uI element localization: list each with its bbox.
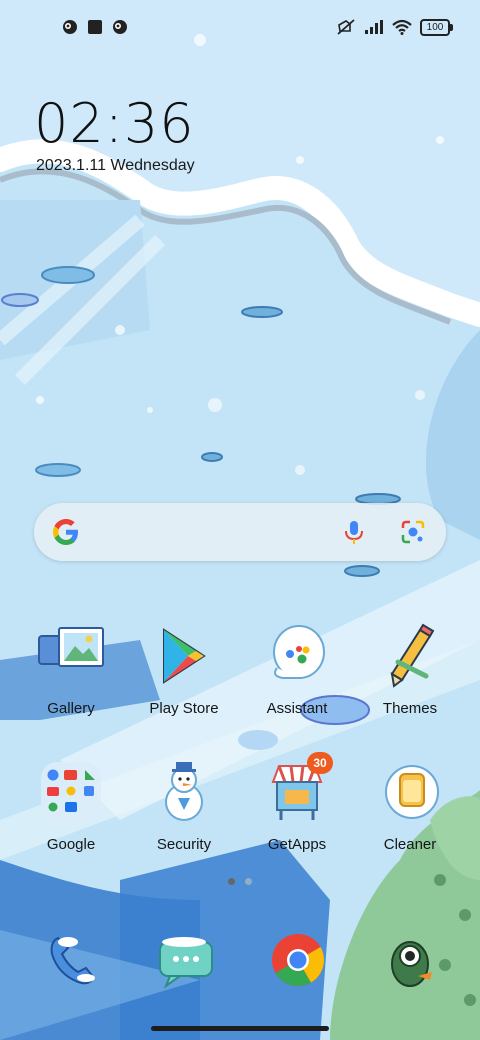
battery-indicator: 100 <box>420 18 453 36</box>
google-folder-label: Google <box>46 836 96 853</box>
dock-camera[interactable] <box>360 928 460 992</box>
mute-icon <box>337 19 355 35</box>
clock-date[interactable]: 2023.1.11 Wednesday <box>36 157 195 175</box>
assistant-label: Assistant <box>266 700 328 717</box>
notification-icon-1 <box>63 20 77 34</box>
page-dot-active <box>228 878 235 885</box>
google-search-bar[interactable] <box>34 503 446 561</box>
camera-icon <box>391 941 432 987</box>
security-label: Security <box>156 836 212 853</box>
cleaner-icon <box>385 765 439 819</box>
gallery-label: Gallery <box>47 700 95 717</box>
home-gesture-bar[interactable] <box>151 1026 329 1031</box>
status-left-icons <box>62 19 128 35</box>
google-icon <box>53 519 78 545</box>
google-folder-icon <box>41 762 101 822</box>
clock-time[interactable]: 02:36 <box>34 92 195 155</box>
dock-messages[interactable] <box>136 928 236 992</box>
phone-icon <box>50 936 96 985</box>
page-indicator[interactable] <box>228 878 252 885</box>
notification-icon-2 <box>113 20 127 34</box>
play-store-icon <box>163 628 206 684</box>
messages-icon <box>159 937 213 989</box>
lens-icon[interactable] <box>399 518 427 546</box>
gallery-icon <box>38 627 104 667</box>
app-play-store[interactable]: Play Store <box>134 622 234 717</box>
themes-label: Themes <box>382 700 438 717</box>
mic-icon[interactable] <box>340 518 368 546</box>
stop-square-icon <box>88 20 102 34</box>
app-assistant[interactable]: Assistant <box>247 622 347 717</box>
app-security[interactable]: Security <box>134 758 234 853</box>
app-cleaner[interactable]: Cleaner <box>360 758 460 853</box>
themes-icon <box>390 623 435 688</box>
getapps-label: GetApps <box>267 836 327 853</box>
app-getapps[interactable]: 30 GetApps <box>247 752 347 853</box>
cleaner-label: Cleaner <box>383 836 437 853</box>
status-right-icons: 100 <box>336 18 453 36</box>
dock-chrome[interactable] <box>248 928 348 992</box>
play-store-label: Play Store <box>149 700 219 717</box>
app-google-folder[interactable]: Google <box>21 758 121 853</box>
wifi-icon <box>392 19 412 35</box>
getapps-badge: 30 <box>307 752 333 774</box>
chrome-icon <box>272 934 324 986</box>
page-dot-inactive <box>245 878 252 885</box>
status-bar: 100 <box>0 0 480 56</box>
security-icon <box>165 762 203 821</box>
assistant-icon <box>273 625 325 679</box>
app-gallery[interactable]: Gallery <box>21 622 121 717</box>
signal-icon <box>365 20 383 34</box>
dock-phone[interactable] <box>22 928 122 992</box>
app-themes[interactable]: Themes <box>360 622 460 717</box>
